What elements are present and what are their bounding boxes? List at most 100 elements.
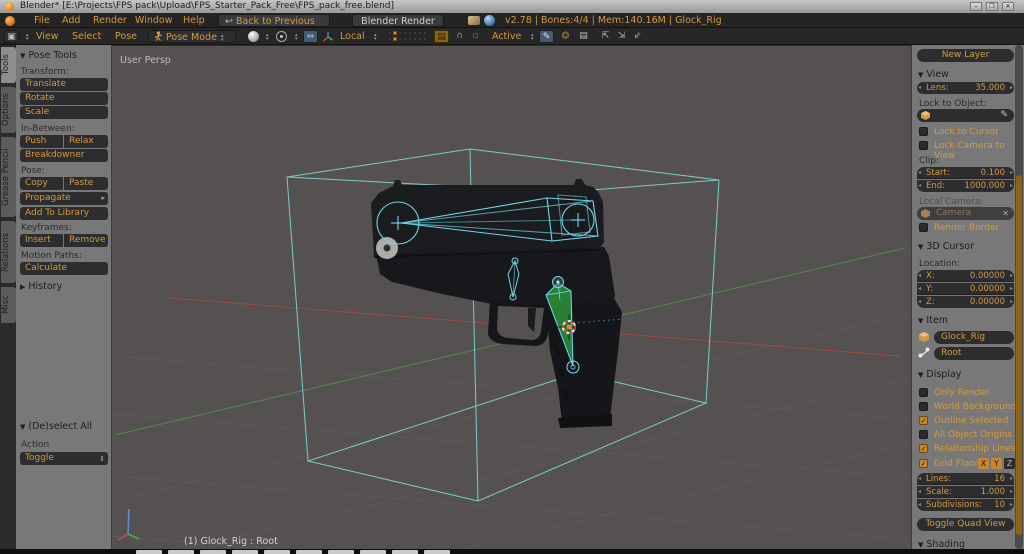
object-name-field[interactable]: Glock_Rig <box>934 331 1014 344</box>
paste-button[interactable]: Paste <box>64 177 108 190</box>
world-background-checkbox[interactable] <box>919 402 928 411</box>
minimize-button[interactable]: – <box>970 2 982 11</box>
relationship-lines-checkbox[interactable]: ✓ <box>919 444 928 453</box>
render-engine-dropdown[interactable]: Blender Render▴▾ <box>352 14 444 39</box>
menu-window[interactable]: Window <box>135 13 172 28</box>
tab-relations[interactable]: Relations <box>1 221 16 283</box>
pistol-mesh[interactable] <box>371 179 622 428</box>
maximize-button[interactable]: ❐ <box>986 2 998 11</box>
tab-options[interactable]: Options <box>1 87 16 133</box>
all-object-origins-checkbox[interactable] <box>919 430 928 439</box>
clip-start-slider[interactable]: ◂ Start: 0.100 ▸ <box>917 167 1014 179</box>
panel-scrollbar[interactable] <box>1015 45 1023 549</box>
copy-button[interactable]: Copy <box>20 177 63 190</box>
close-button[interactable]: ✕ <box>1002 2 1014 11</box>
tab-misc[interactable]: Misc <box>1 287 16 323</box>
only-render-checkbox[interactable] <box>919 388 928 397</box>
armature-layers-widget[interactable] <box>388 31 427 42</box>
paste-flipped-pose-icon[interactable]: ⇙ <box>630 30 645 43</box>
all-object-origins-label[interactable]: All Object Origins <box>934 430 1012 440</box>
add-to-library-button[interactable]: Add To Library <box>20 207 108 220</box>
relax-button[interactable]: Relax <box>64 135 108 148</box>
render-border-label[interactable]: Render Border <box>934 223 999 233</box>
insert-keyframe-button[interactable]: Insert <box>20 234 63 247</box>
opengl-render-anim-icon[interactable]: ▤ <box>576 30 591 43</box>
lock-camera-checkbox[interactable] <box>919 141 928 150</box>
cursor-panel-header[interactable]: ▼ 3D Cursor <box>918 241 974 252</box>
mode-dropdown[interactable]: Pose Mode ▴ ▾ <box>148 30 236 43</box>
display-panel-header[interactable]: ▼ Display <box>918 369 961 380</box>
menu-file[interactable]: File <box>34 13 50 28</box>
world-background-label[interactable]: World Background <box>934 402 1016 412</box>
relationship-lines-label[interactable]: Relationship Lines <box>934 444 1016 454</box>
menu-view[interactable]: View <box>36 29 59 44</box>
outline-selected-label[interactable]: Outline Selected <box>934 416 1008 426</box>
viewport-shading-icon[interactable] <box>248 31 259 42</box>
lock-to-cursor-label[interactable]: Lock to Cursor <box>934 127 999 137</box>
tab-tools[interactable]: Tools <box>1 47 16 83</box>
breakdowner-button[interactable]: Breakdowner <box>20 149 108 162</box>
snap-element-icon[interactable]: ▫ <box>468 30 483 43</box>
grid-floor-label[interactable]: Grid Floor <box>934 459 978 469</box>
local-camera-field[interactable]: Camera ✕ <box>917 207 1014 220</box>
item-panel-header[interactable]: ▼ Item <box>918 315 948 326</box>
toggle-quad-view-button[interactable]: Toggle Quad View <box>917 518 1014 531</box>
translate-button[interactable]: Translate <box>20 78 108 91</box>
tab-grease-pencil[interactable]: Grease Pencil <box>1 137 16 217</box>
lock-to-object-field[interactable]: ✎ <box>917 109 1014 122</box>
axis-z-toggle[interactable]: Z <box>1004 458 1015 469</box>
scale-button[interactable]: Scale <box>20 106 108 119</box>
rotate-button[interactable]: Rotate <box>20 92 108 105</box>
grid-scale-field[interactable]: ◂ Scale: 1.000 ▸ <box>917 486 1014 498</box>
cursor-y-field[interactable]: ◂ Y: 0.00000 ▸ <box>917 283 1014 295</box>
cursor-x-field[interactable]: ◂ X: 0.00000 ▸ <box>917 270 1014 282</box>
render-border-checkbox[interactable] <box>919 223 928 232</box>
axis-x-toggle[interactable]: X <box>978 458 989 469</box>
axis-widget-icon[interactable] <box>322 31 334 43</box>
manipulator-toggle[interactable]: ⇔ <box>303 30 318 43</box>
action-dropdown[interactable]: Toggle ⇕ <box>20 452 108 465</box>
pose-tools-panel-header[interactable]: ▼ Pose Tools <box>20 50 77 61</box>
menu-help[interactable]: Help <box>183 13 205 28</box>
lock-to-scene-icon[interactable]: ▤ <box>434 30 449 43</box>
clip-end-slider[interactable]: ◂ End: 1000.000 ▸ <box>917 180 1014 192</box>
orientation-dropdown[interactable]: Local <box>340 29 365 44</box>
history-panel-header[interactable]: ▶ History <box>20 281 62 292</box>
remove-keyframe-button[interactable]: Remove <box>64 234 108 247</box>
scrollbar-thumb[interactable] <box>1016 175 1022 535</box>
viewport-canvas[interactable] <box>111 46 911 554</box>
menu-pose[interactable]: Pose <box>115 29 137 44</box>
grid-floor-checkbox[interactable]: ✓ <box>919 459 928 468</box>
lens-slider[interactable]: ◂ Lens: 35.000 ▸ <box>917 82 1014 94</box>
grid-subdivisions-field[interactable]: ◂ Subdivisions: 10 ▸ <box>917 499 1014 511</box>
push-button[interactable]: Push <box>20 135 63 148</box>
grid-lines-field[interactable]: ◂ Lines: 16 ▸ <box>917 473 1014 485</box>
paste-pose-icon[interactable]: ⇲ <box>614 30 629 43</box>
pivot-center-icon[interactable] <box>276 31 287 42</box>
axis-y-toggle[interactable]: Y <box>991 458 1002 469</box>
lock-to-cursor-checkbox[interactable] <box>919 127 928 136</box>
opengl-render-image-icon[interactable]: ⏣ <box>558 30 573 43</box>
back-to-previous-button[interactable]: ↩ Back to Previous <box>218 14 330 27</box>
view-panel-header[interactable]: ▼ View <box>918 69 949 80</box>
clear-x-icon[interactable]: ✕ <box>1002 207 1009 220</box>
operator-panel-header[interactable]: ▼ (De)select All <box>20 421 92 432</box>
eyedropper-icon[interactable]: ✎ <box>1000 109 1008 122</box>
copy-pose-icon[interactable]: ⇱ <box>598 30 613 43</box>
outline-selected-checkbox[interactable]: ✓ <box>919 416 928 425</box>
only-render-label[interactable]: Only Render <box>934 388 990 398</box>
editor-type-button[interactable]: ▣ <box>4 30 19 43</box>
calculate-button[interactable]: Calculate <box>20 262 108 275</box>
new-layer-button[interactable]: New Layer <box>917 49 1014 62</box>
bone-name-field[interactable]: Root <box>934 347 1014 360</box>
menu-render[interactable]: Render <box>93 13 127 28</box>
opengl-brush-icon[interactable]: ✎ <box>539 30 554 43</box>
lock-camera-label[interactable]: Lock Camera to View <box>934 141 1024 161</box>
cursor-z-field[interactable]: ◂ Z: 0.00000 ▸ <box>917 296 1014 308</box>
editor-type-icon[interactable] <box>5 16 15 26</box>
snap-magnet-icon[interactable]: ∩ <box>452 30 467 43</box>
viewport[interactable]: User Persp (1) Glock_Rig : Root <box>111 45 911 554</box>
menu-select[interactable]: Select <box>72 29 101 44</box>
propagate-menu-button[interactable]: Propagate ▸ <box>20 192 108 205</box>
menu-add[interactable]: Add <box>62 13 80 28</box>
